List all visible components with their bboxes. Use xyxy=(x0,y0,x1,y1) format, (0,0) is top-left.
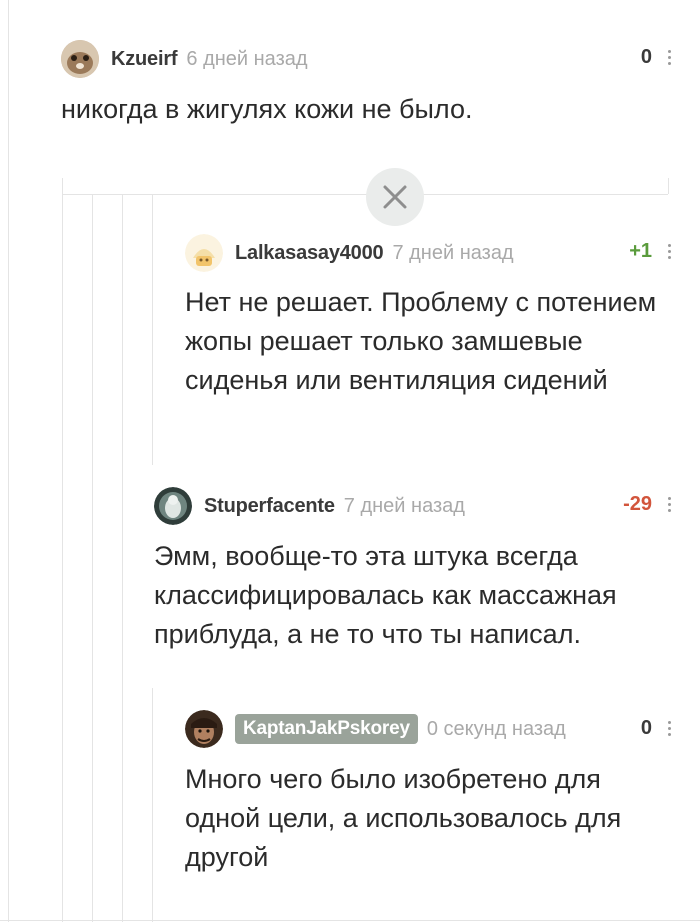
thread-line xyxy=(92,195,93,922)
more-vertical-icon[interactable] xyxy=(668,244,674,262)
avatar[interactable] xyxy=(185,710,223,748)
thread-line xyxy=(62,178,63,922)
comment-rating: 0 xyxy=(640,717,652,739)
avatar[interactable] xyxy=(61,40,99,78)
thread-line xyxy=(152,688,153,922)
avatar[interactable] xyxy=(154,487,192,525)
author-name[interactable]: Stuperfacente xyxy=(204,495,335,518)
thread-line xyxy=(152,195,153,465)
author-name[interactable]: Kzueirf xyxy=(111,48,178,71)
thread-line xyxy=(122,195,123,922)
author-name[interactable]: KaptanJakPskorey xyxy=(235,714,418,744)
comment-text: Эмм, вообще-то эта штука всегда классифи… xyxy=(154,541,617,649)
thread-line xyxy=(62,194,668,195)
thread-line xyxy=(8,0,9,922)
comment-time[interactable]: 7 дней назад xyxy=(344,495,465,518)
comment-time[interactable]: 0 секунд назад xyxy=(427,718,566,741)
comment-time[interactable]: 6 дней назад xyxy=(186,48,307,71)
collapse-thread-button[interactable] xyxy=(366,168,424,226)
comment-text: Много чего было изобретено для одной цел… xyxy=(185,764,622,872)
more-vertical-icon[interactable] xyxy=(668,497,674,515)
avatar[interactable] xyxy=(185,234,223,272)
thread-line xyxy=(0,920,700,921)
comment-time[interactable]: 7 дней назад xyxy=(392,242,513,265)
more-vertical-icon[interactable] xyxy=(668,50,674,68)
comment-text: Нет не решает. Проблему с потением жопы … xyxy=(185,287,657,395)
comment-rating: 0 xyxy=(640,46,652,68)
comment-rating: -29 xyxy=(623,493,652,515)
author-name[interactable]: Lalkasasay4000 xyxy=(235,242,384,265)
close-icon xyxy=(383,185,407,209)
comment-rating: +1 xyxy=(629,240,652,262)
more-vertical-icon[interactable] xyxy=(668,721,674,739)
comment-text: никогда в жигулях кожи не было. xyxy=(61,94,473,124)
thread-line xyxy=(668,178,669,194)
comment-thread: Kzueirf 6 дней назад 0 никогда в жигулях… xyxy=(0,0,700,922)
